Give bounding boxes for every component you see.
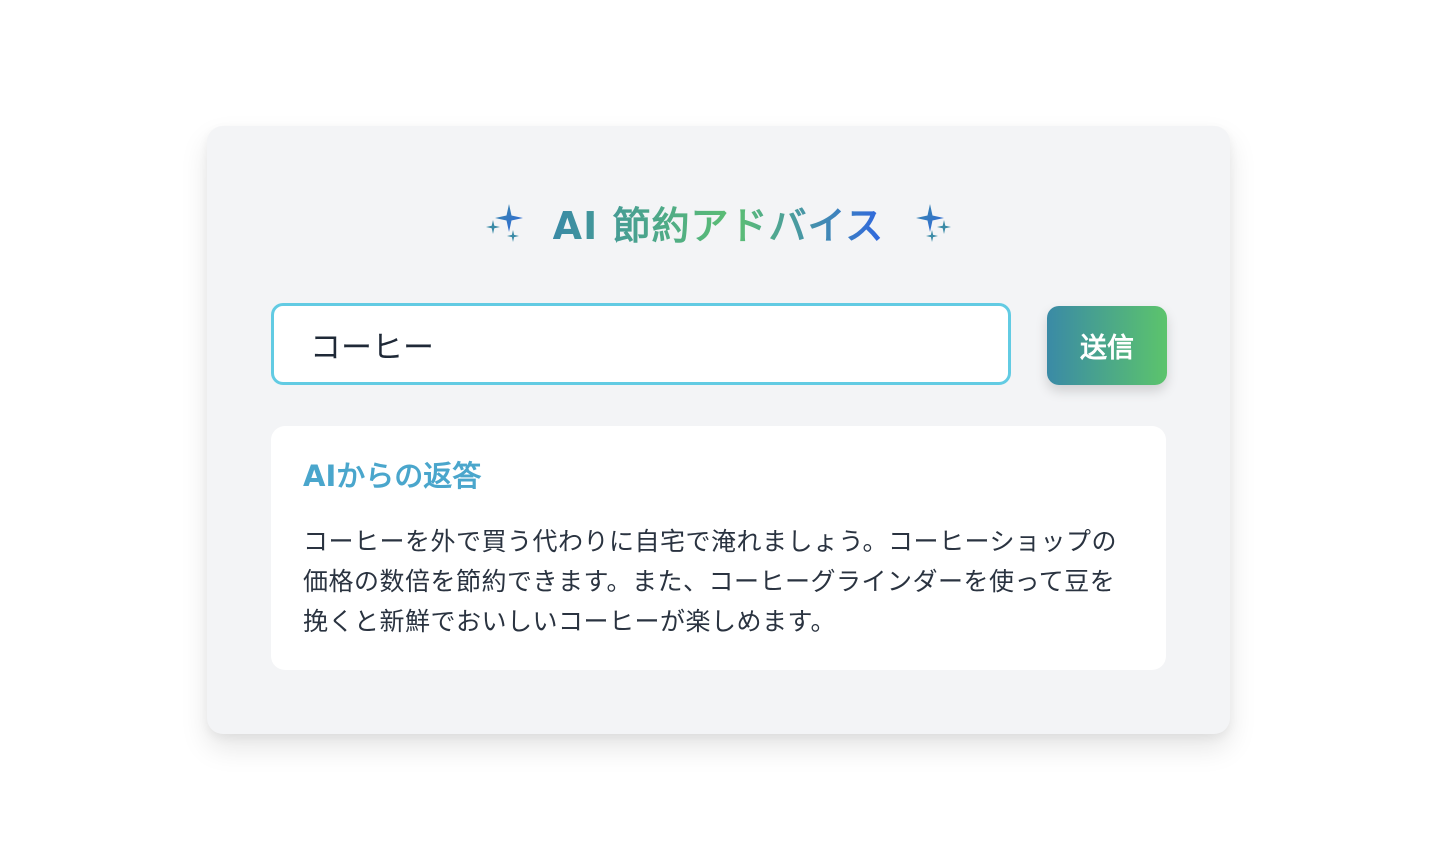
advice-card: AI 節約アドバイス 送信 AIからの返答 コーヒーを外で買う代わりに自宅で淹れ… [207, 126, 1230, 734]
sparkles-icon [485, 204, 523, 242]
page-title: AI 節約アドバイス [553, 195, 885, 250]
response-panel: AIからの返答 コーヒーを外で買う代わりに自宅で淹れましょう。コーヒーショップの… [271, 426, 1166, 670]
sparkles-icon [916, 204, 952, 242]
response-heading: AIからの返答 [303, 459, 482, 493]
header: AI 節約アドバイス [207, 192, 1230, 252]
search-input-container[interactable] [271, 303, 1011, 385]
send-button[interactable]: 送信 [1047, 306, 1167, 385]
search-input[interactable] [308, 325, 1008, 363]
response-body: コーヒーを外で買う代わりに自宅で淹れましょう。コーヒーショップの 価格の数倍を節… [303, 527, 1118, 636]
